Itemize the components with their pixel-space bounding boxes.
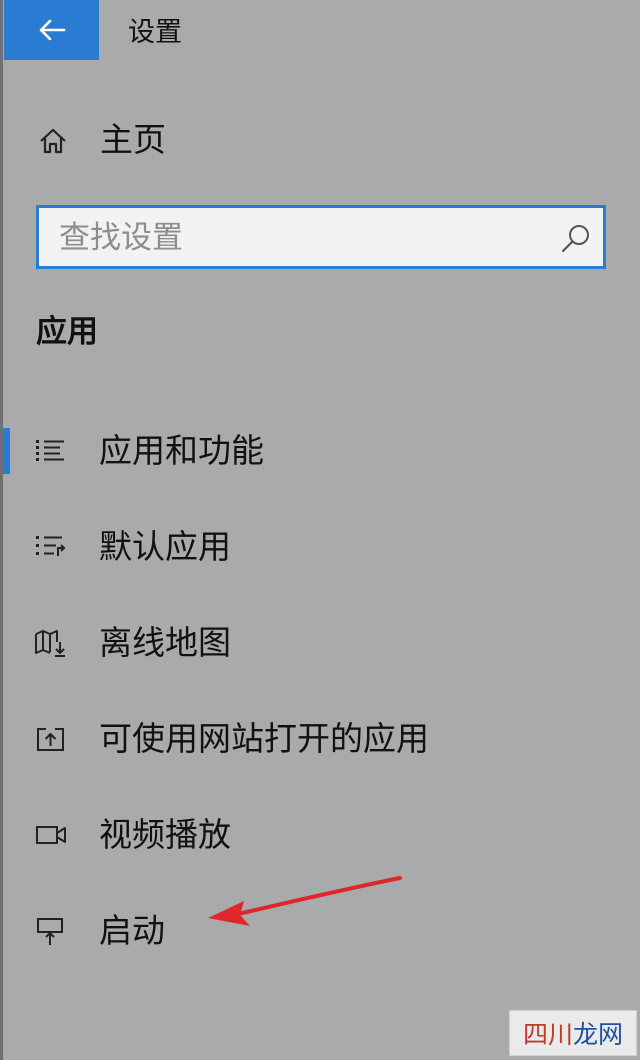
back-arrow-icon bbox=[39, 19, 65, 41]
section-heading: 应用 bbox=[36, 314, 98, 350]
annotation-arrow bbox=[208, 876, 402, 926]
video-camera-icon bbox=[36, 826, 66, 844]
nav-item-label: 视频播放 bbox=[99, 815, 231, 854]
watermark-text: 四川 bbox=[522, 1020, 573, 1049]
nav-item-video-playback[interactable]: 视频播放 bbox=[0, 802, 640, 868]
default-apps-icon bbox=[36, 536, 66, 556]
nav-home-label: 主页 bbox=[100, 120, 166, 159]
open-in-app-icon bbox=[37, 728, 64, 751]
startup-icon bbox=[37, 918, 63, 945]
nav-item-label: 可使用网站打开的应用 bbox=[99, 719, 429, 758]
search-box[interactable] bbox=[36, 205, 606, 269]
nav-item-label: 启动 bbox=[99, 911, 165, 950]
list-icon bbox=[36, 440, 64, 461]
nav-item-apps-for-websites[interactable]: 可使用网站打开的应用 bbox=[0, 706, 640, 772]
back-button[interactable] bbox=[4, 0, 99, 60]
watermark-text-accent: 龙网 bbox=[573, 1020, 624, 1049]
home-icon bbox=[40, 128, 66, 154]
nav-item-label: 默认应用 bbox=[99, 527, 231, 566]
search-icon[interactable] bbox=[559, 222, 593, 256]
nav-item-label: 离线地图 bbox=[99, 623, 231, 662]
nav-item-apps-features[interactable]: 应用和功能 bbox=[0, 418, 640, 484]
window-title: 设置 bbox=[128, 17, 182, 48]
nav-item-label: 应用和功能 bbox=[99, 431, 264, 470]
nav-item-default-apps[interactable]: 默认应用 bbox=[0, 514, 640, 580]
map-download-icon bbox=[35, 630, 65, 657]
watermark-logo: 四川 龙网 bbox=[509, 1010, 637, 1056]
selected-indicator bbox=[3, 428, 10, 474]
nav-item-offline-maps[interactable]: 离线地图 bbox=[0, 610, 640, 676]
search-input[interactable] bbox=[59, 216, 539, 260]
nav-home[interactable]: 主页 bbox=[0, 112, 640, 168]
